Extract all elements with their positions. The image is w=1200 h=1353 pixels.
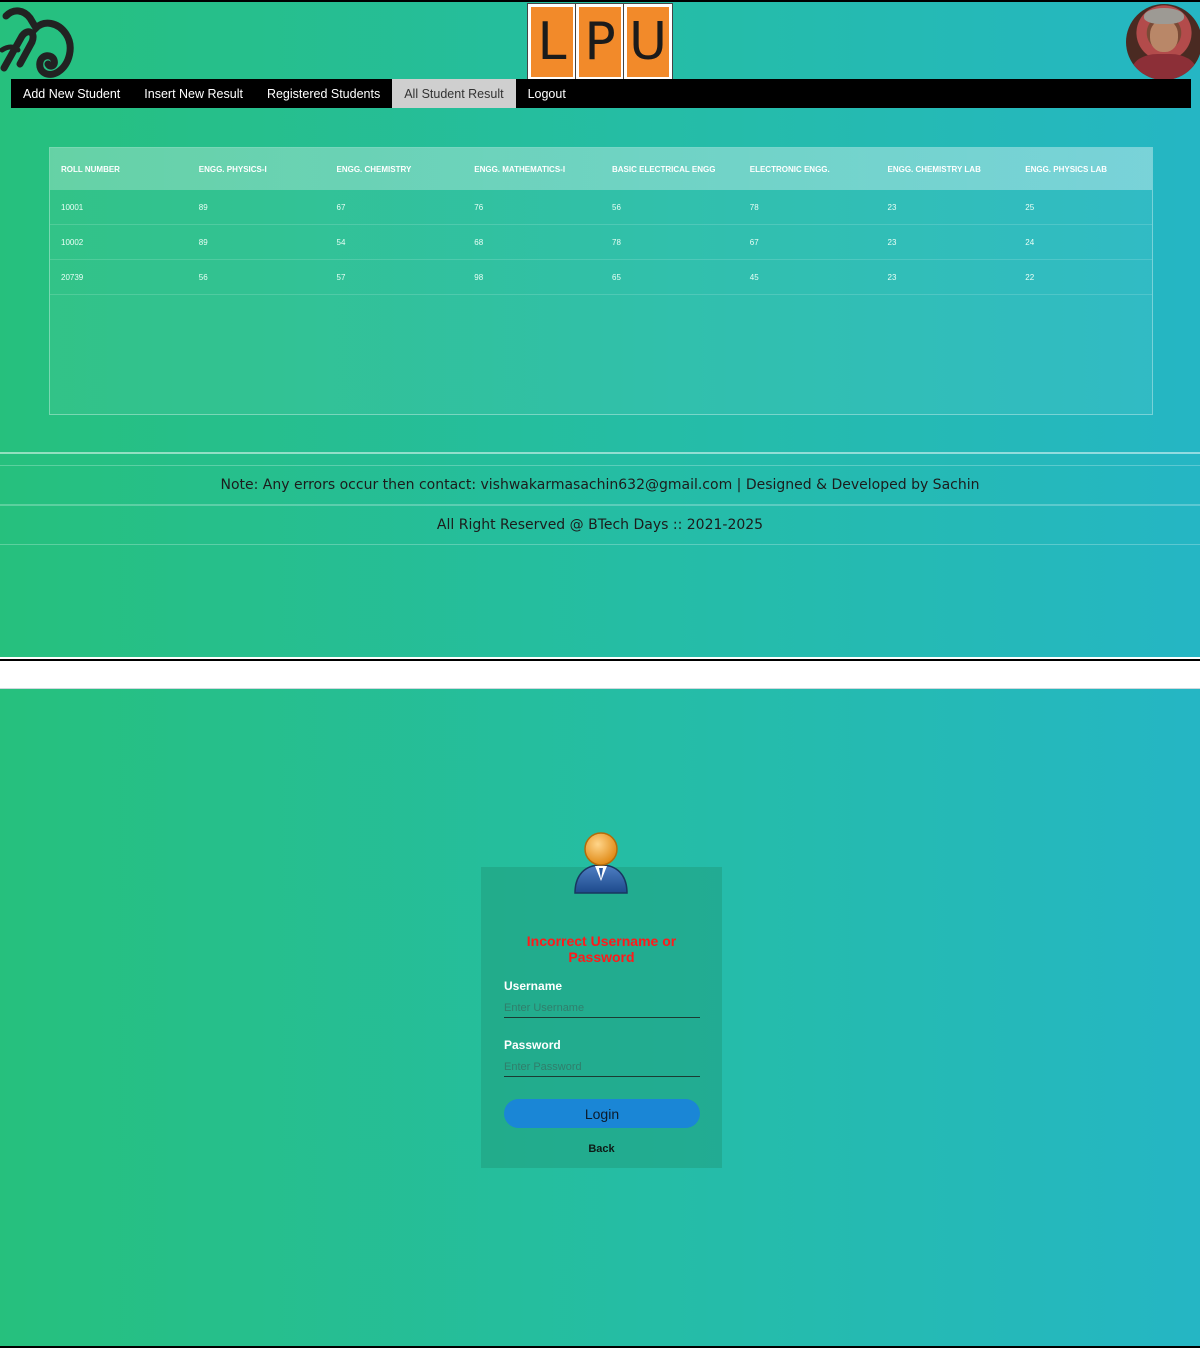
table-cell: 24 [1025,237,1035,247]
nav-add-new-student[interactable]: Add New Student [11,79,132,108]
password-input[interactable] [504,1057,700,1077]
table-row: 20739 56 57 98 65 45 23 22 [50,260,1152,295]
avatar-coat [1132,54,1196,80]
table-header: ROLL NUMBER ENGG. PHYSICS-I ENGG. CHEMIS… [50,148,1152,190]
lpu-logo: L P U [527,3,673,81]
profile-avatar[interactable] [1126,4,1200,80]
table-cell: 65 [612,272,621,282]
column-header: ENGG. CHEMISTRY [336,164,412,174]
table-cell: 56 [612,202,621,212]
table-cell: 25 [1025,202,1035,212]
user-avatar-icon [574,832,628,894]
username-label: Username [504,979,563,993]
nav-logout[interactable]: Logout [516,79,578,108]
back-link[interactable]: Back [481,1143,722,1155]
table-cell: 23 [887,272,897,282]
table-cell: 10001 [61,202,84,212]
table-cell: 54 [336,237,346,247]
table-row: 10002 89 54 68 78 67 23 24 [50,225,1152,260]
footer-divider [0,452,1200,454]
blank-strip [0,661,1200,689]
table-cell: 89 [198,237,208,247]
results-table: ROLL NUMBER ENGG. PHYSICS-I ENGG. CHEMIS… [49,147,1153,415]
table-cell: 56 [198,272,208,282]
bottom-divider [0,1346,1200,1353]
table-cell: 20739 [61,272,84,282]
column-header: ELECTRONIC ENGG. [749,164,830,174]
login-form: Incorrect Username or Password Username … [481,867,722,1168]
table-cell: 98 [474,272,484,282]
top-navbar: Add New Student Insert New Result Regist… [11,79,1191,108]
table-cell: 78 [749,202,759,212]
table-cell: 23 [887,237,897,247]
column-header: ENGG. PHYSICS-I [198,164,267,174]
column-header: BASIC ELECTRICAL ENGG [612,164,716,174]
table-cell: 10002 [61,237,84,247]
table-cell: 78 [612,237,621,247]
nav-all-student-result[interactable]: All Student Result [392,79,516,108]
column-header: ENGG. CHEMISTRY LAB [887,164,981,174]
login-screen: Incorrect Username or Password Username … [0,689,1200,1346]
column-header: ROLL NUMBER [61,164,120,174]
table-row: 10001 89 67 76 56 78 23 25 [50,190,1152,225]
column-header: ENGG. MATHEMATICS-I [474,164,566,174]
table-cell: 89 [198,202,208,212]
swirl-logo-icon [0,7,74,78]
table-cell: 68 [474,237,484,247]
table-cell: 45 [749,272,759,282]
password-label: Password [504,1038,561,1052]
footer-rights: All Right Reserved @ BTech Days :: 2021-… [0,505,1200,545]
table-cell: 76 [474,202,484,212]
lpu-letter: L [527,3,577,81]
table-cell: 57 [336,272,346,282]
table-cell: 23 [887,202,897,212]
login-button[interactable]: Login [504,1099,700,1128]
avatar-face [1150,20,1178,52]
lpu-letter: U [623,3,673,81]
table-cell: 67 [336,202,346,212]
nav-registered-students[interactable]: Registered Students [255,79,392,108]
username-input[interactable] [504,998,700,1018]
avatar-cap [1144,8,1184,24]
column-header: ENGG. PHYSICS LAB [1025,164,1108,174]
table-cell: 22 [1025,272,1035,282]
footer-note: Note: Any errors occur then contact: vis… [0,465,1200,505]
login-error-message: Incorrect Username or Password [526,933,677,965]
admin-results-screen: L P U Add New Student Insert New Result … [0,0,1200,657]
lpu-letter: P [575,3,625,81]
table-cell: 67 [749,237,759,247]
nav-insert-new-result[interactable]: Insert New Result [132,79,255,108]
